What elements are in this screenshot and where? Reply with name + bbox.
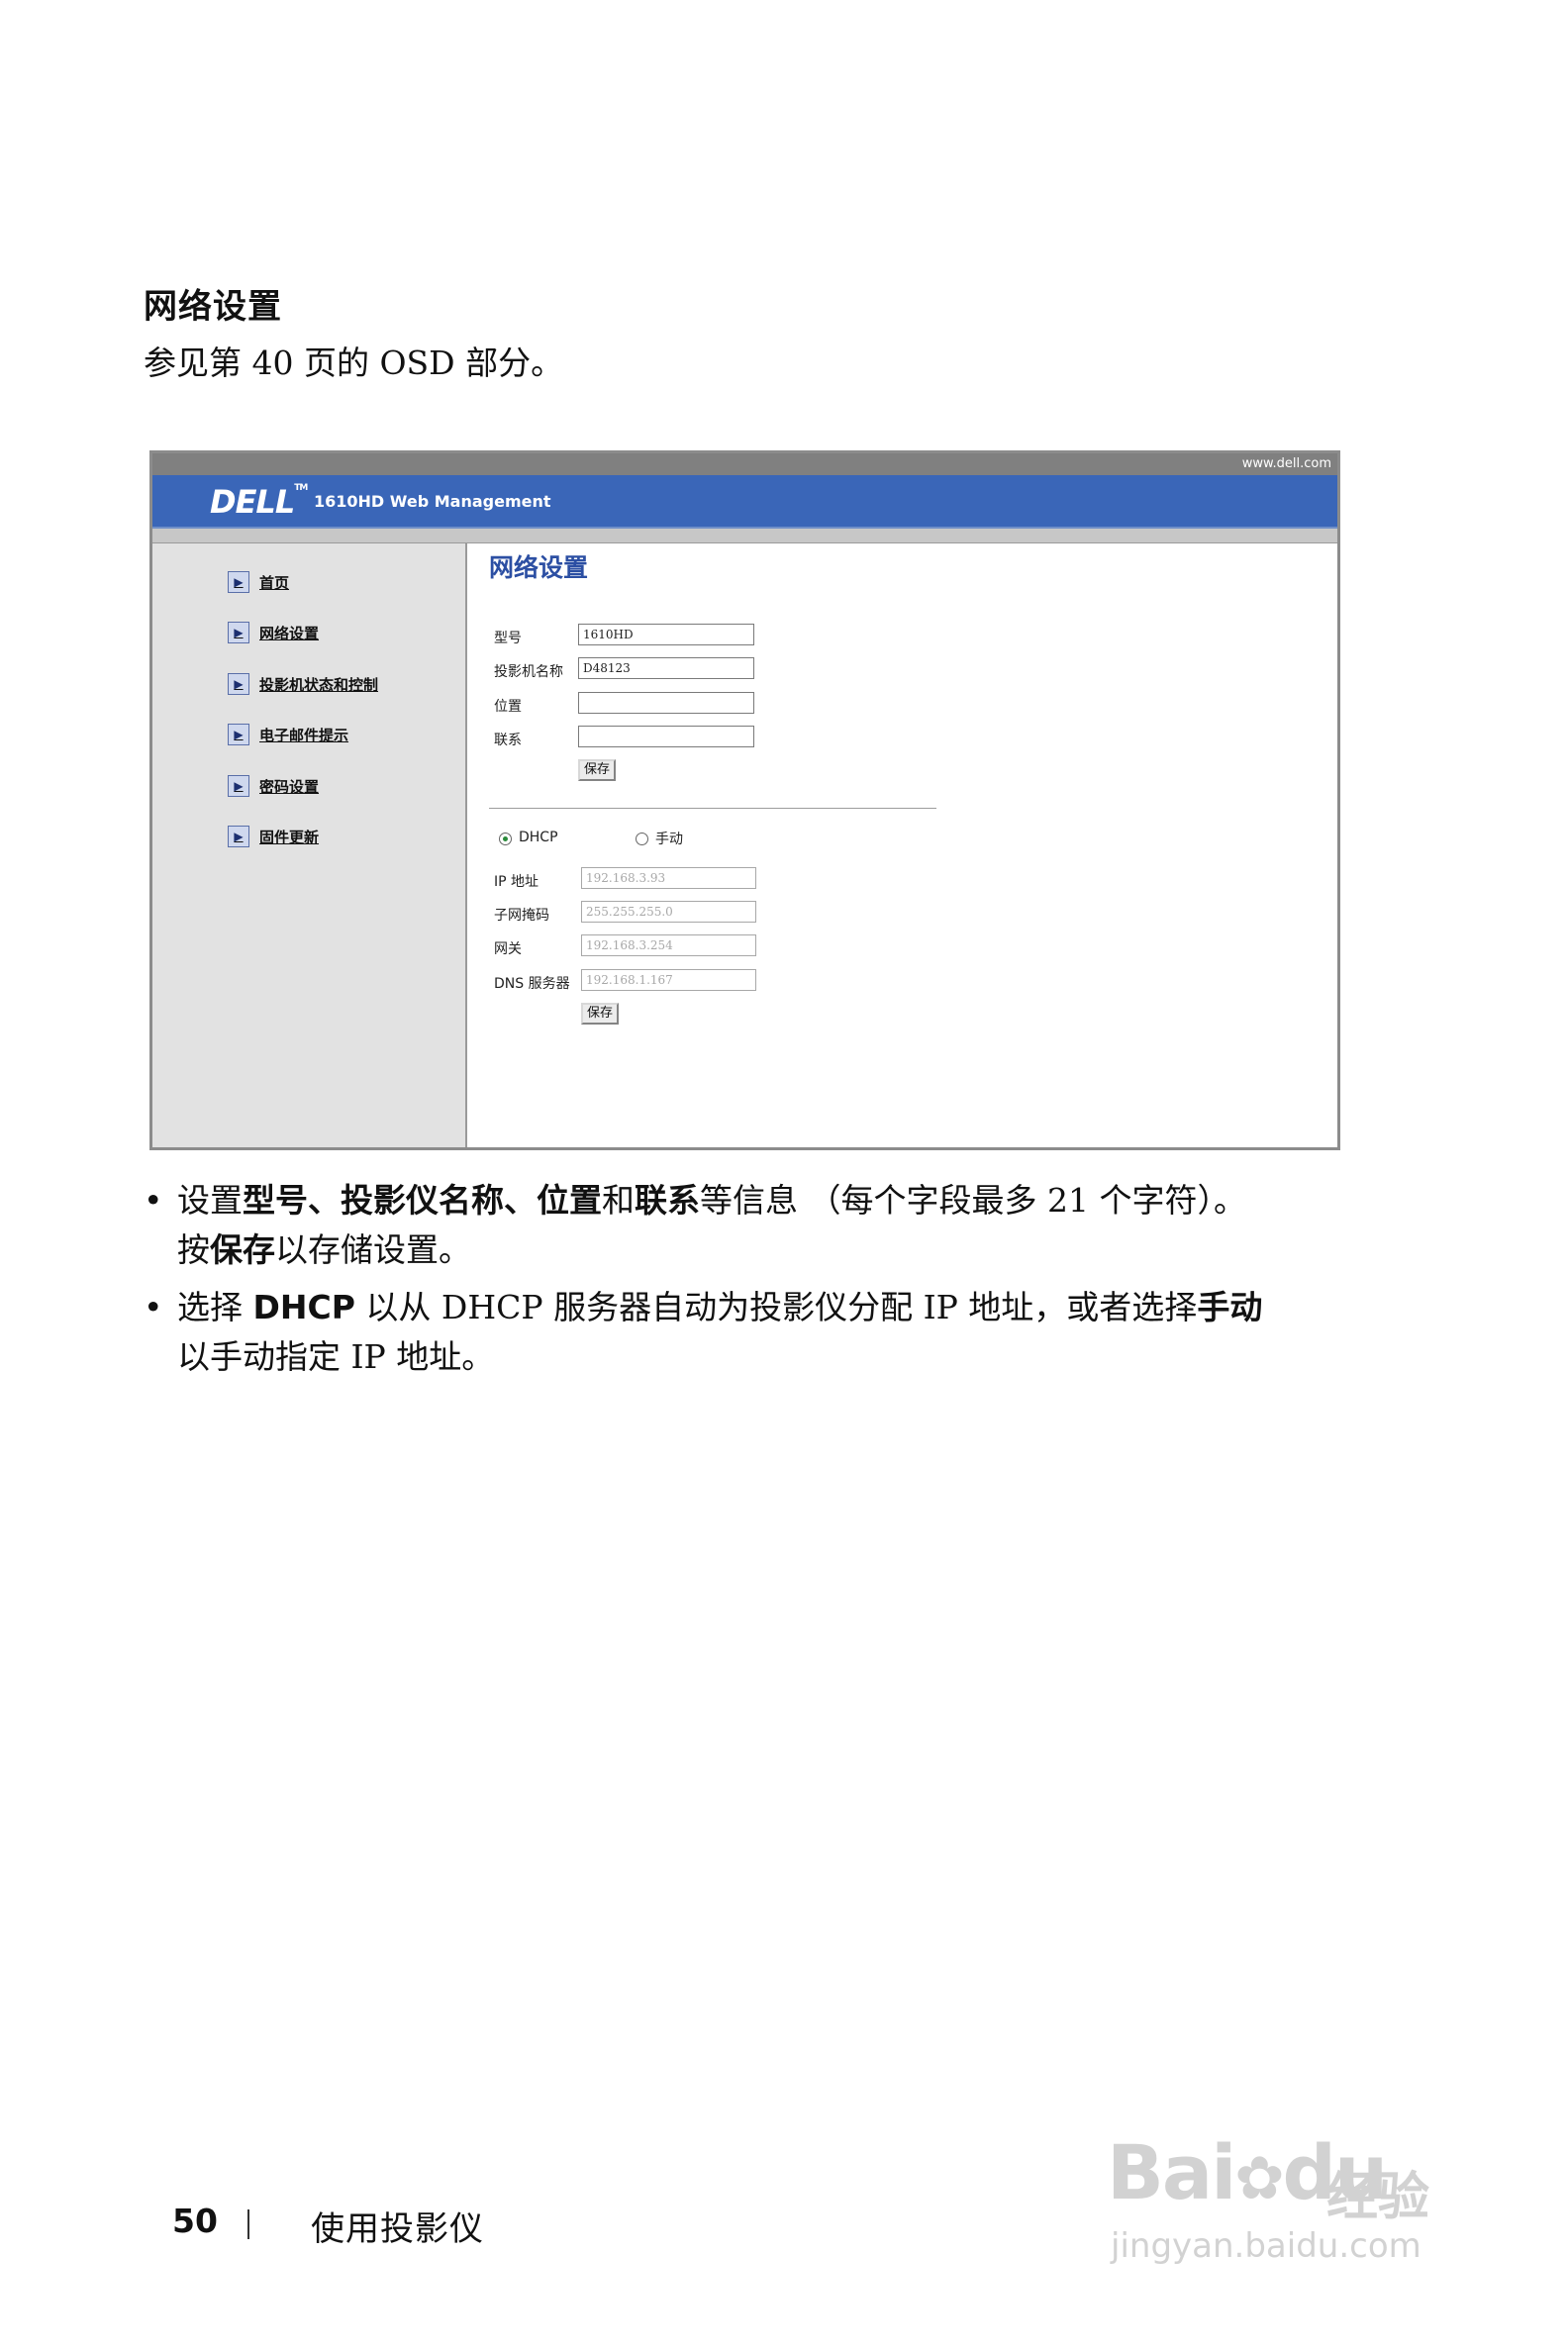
dell-logo: DELLTM — [210, 483, 308, 521]
play-arrow-icon[interactable]: ▶ — [228, 775, 249, 797]
nav-label[interactable]: 电子邮件提示 — [259, 725, 348, 745]
nav-label[interactable]: 首页 — [259, 572, 289, 593]
subnet-mask-label: 子网掩码 — [494, 908, 549, 924]
header-banner: DELLTM 1610HD Web Management — [152, 475, 1337, 529]
play-arrow-icon[interactable]: ▶ — [228, 826, 249, 847]
nav-item-network[interactable]: ▶ 网络设置 — [228, 622, 319, 643]
location-label: 位置 — [494, 699, 522, 715]
play-arrow-icon[interactable]: ▶ — [228, 673, 249, 695]
nav-item-home[interactable]: ▶ 首页 — [228, 571, 289, 593]
manual-label[interactable]: 手动 — [655, 829, 683, 848]
projector-name-input[interactable]: D48123 — [578, 657, 754, 679]
play-arrow-icon[interactable]: ▶ — [228, 724, 249, 745]
save-button[interactable]: 保存 — [578, 759, 617, 781]
nav-item-email-alert[interactable]: ▶ 电子邮件提示 — [228, 724, 348, 745]
app-title: 1610HD Web Management — [314, 492, 551, 511]
footer-separator — [247, 2209, 249, 2239]
nav-label[interactable]: 密码设置 — [259, 776, 319, 797]
list-item: • 设置型号、投影仪名称、位置和联系等信息 （每个字段最多 21 个字符）。 按… — [144, 1176, 1351, 1275]
dhcp-radio[interactable] — [499, 833, 512, 845]
section-reference: 参见第 40 页的 OSD 部分。 — [144, 343, 564, 382]
dns-server-label: DNS 服务器 — [494, 976, 570, 992]
play-arrow-icon[interactable]: ▶ — [228, 571, 249, 593]
section-title: 网络设置 — [144, 287, 282, 327]
bullet-dot: • — [144, 1181, 163, 1220]
contact-label: 联系 — [494, 733, 522, 748]
projector-name-label: 投影机名称 — [494, 664, 563, 680]
site-url[interactable]: www.dell.com — [1242, 456, 1331, 471]
content-title: 网络设置 — [489, 553, 589, 582]
nav-label[interactable]: 网络设置 — [259, 623, 319, 643]
model-input[interactable]: 1610HD — [578, 624, 754, 645]
manual-radio[interactable] — [636, 833, 648, 845]
watermark-url: jingyan.baidu.com — [1111, 2226, 1421, 2266]
dhcp-label[interactable]: DHCP — [519, 830, 558, 845]
chapter-title: 使用投影仪 — [311, 2209, 484, 2249]
model-label: 型号 — [494, 631, 522, 646]
watermark-jingyan: 经验 — [1326, 2168, 1430, 2227]
nav-label[interactable]: 固件更新 — [259, 827, 319, 847]
nav-item-firmware[interactable]: ▶ 固件更新 — [228, 826, 319, 847]
instructions-list: • 设置型号、投影仪名称、位置和联系等信息 （每个字段最多 21 个字符）。 按… — [144, 1176, 1351, 1390]
ip-address-input[interactable]: 192.168.3.93 — [581, 867, 756, 889]
ip-address-label: IP 地址 — [494, 874, 539, 890]
subnet-mask-input[interactable]: 255.255.255.0 — [581, 901, 756, 923]
gateway-input[interactable]: 192.168.3.254 — [581, 934, 756, 956]
location-input[interactable] — [578, 692, 754, 714]
content-panel: 网络设置 型号 1610HD 投影机名称 D48123 位置 联系 保存 DHC… — [467, 543, 1337, 1147]
list-item: • 选择 DHCP 以从 DHCP 服务器自动为投影仪分配 IP 地址，或者选择… — [144, 1283, 1351, 1382]
save-network-button[interactable]: 保存 — [581, 1003, 620, 1025]
bullet-dot: • — [144, 1288, 163, 1326]
gateway-label: 网关 — [494, 941, 522, 957]
page-number: 50 — [172, 2202, 218, 2240]
nav-label[interactable]: 投影机状态和控制 — [259, 674, 378, 695]
header-band — [152, 529, 1337, 543]
contact-input[interactable] — [578, 726, 754, 747]
dns-server-input[interactable]: 192.168.1.167 — [581, 969, 756, 991]
url-strip: www.dell.com — [152, 453, 1337, 475]
web-management-screenshot: www.dell.com DELLTM 1610HD Web Managemen… — [149, 450, 1340, 1150]
sidebar: ▶ 首页 ▶ 网络设置 ▶ 投影机状态和控制 ▶ 电子邮件提示 ▶ 密码设置 ▶… — [152, 543, 467, 1147]
baidu-watermark: Bai✿du 经验 jingyan.baidu.com — [1099, 2113, 1475, 2282]
nav-item-projector-status[interactable]: ▶ 投影机状态和控制 — [228, 673, 378, 695]
divider — [489, 808, 936, 809]
nav-item-password[interactable]: ▶ 密码设置 — [228, 775, 319, 797]
play-arrow-icon[interactable]: ▶ — [228, 622, 249, 643]
